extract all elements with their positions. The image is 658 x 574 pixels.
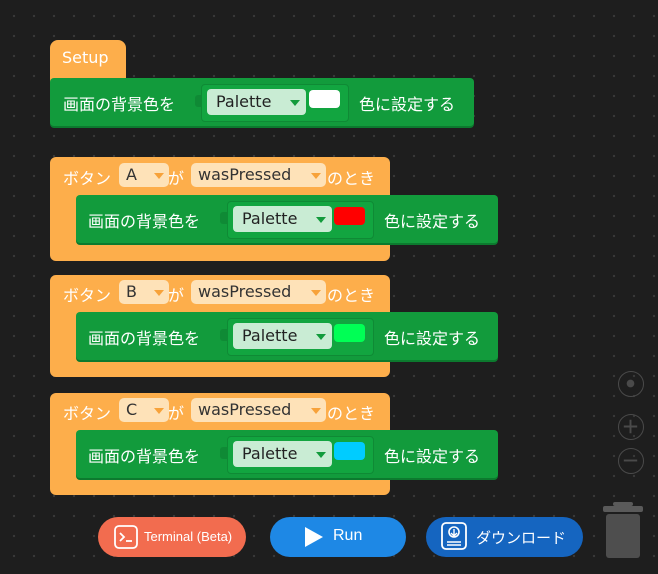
recenter-button[interactable] (618, 371, 644, 397)
palette-dropdown[interactable]: Palette (207, 89, 306, 115)
chevron-down-icon (290, 100, 300, 106)
set-bg-suffix: 色に設定する (384, 212, 481, 231)
run-button[interactable]: Run (270, 517, 406, 557)
chevron-down-icon (154, 173, 164, 179)
color-swatch-cyan[interactable] (334, 442, 365, 460)
button-select-b-label: B (126, 282, 137, 301)
chevron-down-icon (311, 173, 321, 179)
color-swatch-green[interactable] (334, 324, 365, 342)
palette-dropdown[interactable]: Palette (233, 441, 332, 467)
event-b-prefix: ボタン (63, 286, 112, 305)
set-bg-label: 画面の背景色を (88, 212, 201, 231)
color-swatch-red[interactable] (334, 207, 365, 225)
download-device-icon (441, 522, 467, 550)
event-c-particle: が (168, 404, 185, 423)
set-bg-suffix: 色に設定する (384, 329, 481, 348)
palette-dropdown[interactable]: Palette (233, 206, 332, 232)
color-swatch-white[interactable] (309, 90, 340, 108)
set-bg-suffix: 色に設定する (359, 95, 456, 114)
terminal-icon (114, 525, 138, 549)
event-select-b-label: wasPressed (198, 282, 292, 301)
chevron-down-icon (316, 452, 326, 458)
event-b-suffix: のとき (327, 286, 376, 305)
set-bg-label: 画面の背景色を (88, 447, 201, 466)
trash-can[interactable] (600, 500, 646, 560)
button-select-a[interactable]: A (119, 163, 169, 187)
event-c-prefix: ボタン (63, 404, 112, 423)
zoom-in-button[interactable] (618, 414, 644, 440)
setup-label: Setup (62, 48, 109, 67)
chevron-down-icon (311, 408, 321, 414)
terminal-button[interactable]: Terminal (Beta) (98, 517, 246, 557)
event-a-prefix: ボタン (63, 169, 112, 188)
event-block-a-spine (50, 190, 76, 250)
play-icon (305, 527, 323, 547)
trash-icon (603, 502, 643, 558)
event-select-c[interactable]: wasPressed (191, 398, 326, 422)
palette-dropdown-label: Palette (242, 209, 298, 228)
set-bg-label: 画面の背景色を (88, 329, 201, 348)
terminal-button-label: Terminal (Beta) (144, 529, 233, 544)
download-button-label: ダウンロード (476, 529, 567, 547)
button-select-c-label: C (126, 400, 138, 419)
palette-dropdown[interactable]: Palette (233, 323, 332, 349)
set-bg-suffix: 色に設定する (384, 447, 481, 466)
event-b-particle: が (168, 286, 185, 305)
button-select-b[interactable]: B (119, 280, 169, 304)
event-a-suffix: のとき (327, 169, 376, 188)
palette-dropdown-label: Palette (242, 444, 298, 463)
button-select-c[interactable]: C (119, 398, 169, 422)
event-select-c-label: wasPressed (198, 400, 292, 419)
event-c-suffix: のとき (327, 404, 376, 423)
run-button-label: Run (333, 527, 363, 544)
minus-icon (623, 459, 638, 462)
crosshair-icon (626, 379, 635, 388)
plus-icon (623, 419, 638, 434)
event-a-particle: が (168, 169, 185, 188)
chevron-down-icon (316, 334, 326, 340)
chevron-down-icon (154, 290, 164, 296)
chevron-down-icon (154, 408, 164, 414)
zoom-out-button[interactable] (618, 448, 644, 474)
chevron-down-icon (316, 217, 326, 223)
button-select-a-label: A (126, 165, 137, 184)
event-select-b[interactable]: wasPressed (191, 280, 326, 304)
chevron-down-icon (311, 290, 321, 296)
event-select-a-label: wasPressed (198, 165, 292, 184)
event-select-a[interactable]: wasPressed (191, 163, 326, 187)
palette-dropdown-label: Palette (216, 92, 272, 111)
download-button[interactable]: ダウンロード (426, 517, 583, 557)
palette-dropdown-label: Palette (242, 326, 298, 345)
set-bg-label: 画面の背景色を (63, 95, 176, 114)
